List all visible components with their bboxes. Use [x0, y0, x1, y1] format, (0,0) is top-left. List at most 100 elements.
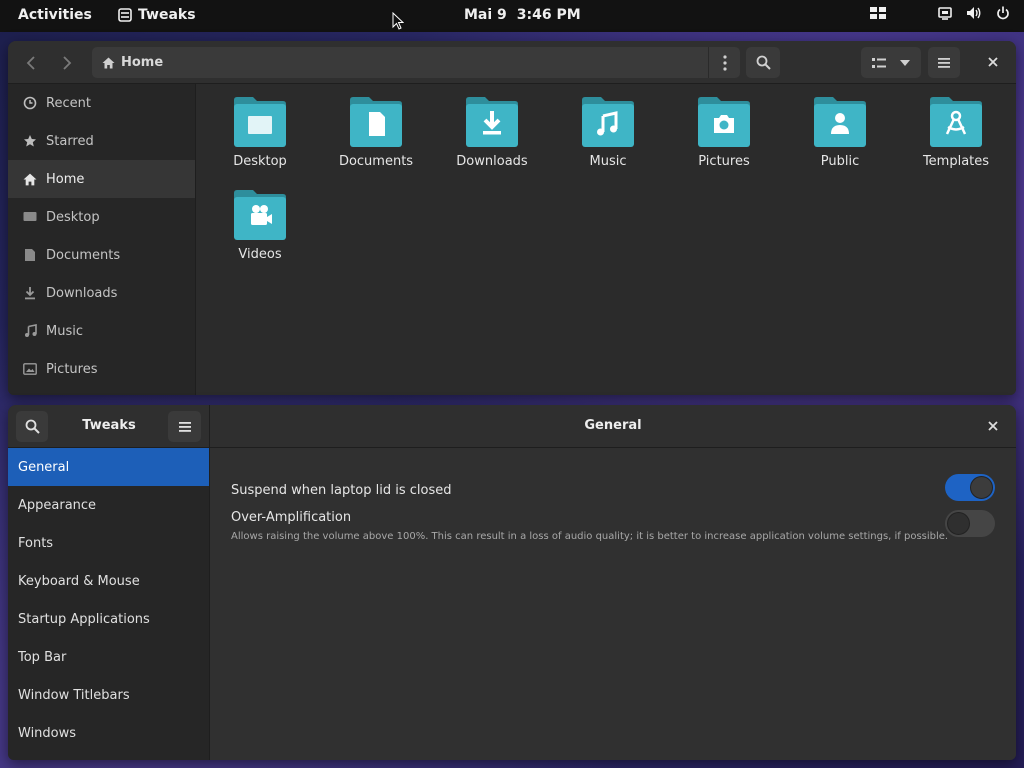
sidebar-item-label: Documents [46, 247, 121, 263]
folder-label: Public [820, 154, 860, 169]
display-icon[interactable] [938, 6, 952, 20]
forward-button[interactable] [52, 47, 82, 78]
path-menu-button[interactable] [708, 47, 740, 78]
sidebar-item-music[interactable]: Music [8, 312, 195, 350]
templates-folder-icon [930, 97, 982, 147]
chevron-left-icon [26, 55, 35, 70]
documents-folder-icon [350, 97, 402, 147]
overamp-setting-description: Allows raising the volume above 100%. Th… [231, 531, 949, 542]
sidebar-item-downloads[interactable]: Downloads [8, 274, 195, 312]
sidebar-item-starred[interactable]: Starred [8, 122, 195, 160]
clock-date: Mai 9 [464, 7, 507, 23]
public-folder-icon [814, 97, 866, 147]
home-icon [22, 171, 38, 187]
hamburger-icon [178, 421, 191, 432]
tweaks-nav-keyboard-mouse[interactable]: Keyboard & Mouse [8, 562, 209, 600]
top-bar: Activities Tweaks Mai 9 3:46 PM [0, 0, 1024, 32]
desktop-folder-icon [234, 97, 286, 147]
pictures-folder-icon [698, 97, 750, 147]
overamp-switch[interactable] [945, 510, 995, 537]
star-icon [22, 133, 38, 149]
sidebar-item-label: Downloads [46, 285, 118, 301]
tweaks-menu-button[interactable] [168, 411, 201, 442]
system-tray[interactable] [870, 6, 1010, 20]
chevron-down-icon [900, 59, 910, 66]
music-icon [22, 323, 38, 339]
sidebar-item-label: Recent [46, 95, 91, 111]
close-icon [988, 421, 998, 431]
picture-icon [22, 361, 38, 377]
workspace-icon[interactable] [870, 7, 886, 19]
vertical-dots-icon [722, 54, 727, 71]
search-icon [756, 55, 771, 70]
overamp-setting-label: Over-Amplification [231, 510, 352, 525]
folder-public[interactable]: Public [790, 94, 890, 169]
sidebar-item-label: Pictures [46, 361, 98, 377]
sidebar-item-desktop[interactable]: Desktop [8, 198, 195, 236]
tweaks-nav-appearance[interactable]: Appearance [8, 486, 209, 524]
folder-templates[interactable]: Templates [906, 94, 1006, 169]
clock[interactable]: Mai 9 3:46 PM [464, 7, 581, 23]
sidebar-item-home[interactable]: Home [8, 160, 195, 198]
tweaks-sidebar: General Appearance Fonts Keyboard & Mouse St… [8, 448, 210, 760]
sidebar-item-recent[interactable]: Recent [8, 84, 195, 122]
tweaks-nav-fonts[interactable]: Fonts [8, 524, 209, 562]
path-home[interactable]: Home [92, 55, 163, 70]
tweaks-close-button[interactable] [978, 411, 1008, 441]
suspend-setting-label: Suspend when laptop lid is closed [231, 483, 452, 498]
activities-button[interactable]: Activities [18, 7, 92, 23]
suspend-switch[interactable] [945, 474, 995, 501]
main-menu-button[interactable] [928, 47, 960, 78]
folder-documents[interactable]: Documents [326, 94, 426, 169]
tweaks-nav-window-titlebars[interactable]: Window Titlebars [8, 676, 209, 714]
music-folder-icon [582, 97, 634, 147]
tweaks-nav-windows[interactable]: Windows [8, 714, 209, 752]
sidebar-item-pictures[interactable]: Pictures [8, 350, 195, 388]
switch-knob [970, 476, 993, 499]
tweaks-nav-startup-applications[interactable]: Startup Applications [8, 600, 209, 638]
tweaks-nav-general[interactable]: General [8, 448, 209, 486]
tweaks-app-icon [118, 8, 132, 22]
tweaks-sidebar-header: Tweaks [8, 405, 210, 448]
folder-pictures[interactable]: Pictures [674, 94, 774, 169]
document-icon [22, 247, 38, 263]
folder-music[interactable]: Music [558, 94, 658, 169]
folder-downloads[interactable]: Downloads [442, 94, 542, 169]
folder-label: Documents [338, 154, 414, 169]
list-view-icon [872, 57, 886, 68]
files-close-button[interactable] [978, 47, 1008, 77]
videos-folder-icon [234, 190, 286, 240]
sidebar-item-documents[interactable]: Documents [8, 236, 195, 274]
sidebar-item-label: Home [46, 171, 85, 187]
view-toggle-button[interactable] [861, 47, 921, 78]
folder-videos[interactable]: Videos [210, 187, 310, 262]
volume-icon[interactable] [966, 6, 982, 20]
search-button[interactable] [746, 47, 780, 78]
close-icon [988, 57, 998, 67]
chevron-right-icon [63, 55, 72, 70]
folder-label: Desktop [233, 154, 287, 169]
clock-icon [22, 95, 38, 111]
section-title: General [584, 418, 642, 433]
downloads-folder-icon [466, 97, 518, 147]
app-menu[interactable]: Tweaks [118, 7, 196, 23]
tweaks-nav-top-bar[interactable]: Top Bar [8, 638, 209, 676]
tweaks-content-header: General [210, 405, 1016, 448]
sidebar-item-label: Desktop [46, 209, 100, 225]
tweaks-window: Tweaks General General Appearance Fonts Key… [8, 405, 1016, 760]
path-home-label: Home [121, 55, 164, 70]
mouse-cursor-icon [392, 12, 404, 30]
sidebar-item-label: Music [46, 323, 83, 339]
download-icon [22, 285, 38, 301]
path-bar[interactable]: Home [92, 47, 740, 78]
switch-knob [947, 512, 970, 535]
files-headerbar: Home [8, 41, 1016, 84]
desktop-icon [22, 209, 38, 225]
folder-label: Downloads [456, 154, 528, 169]
folder-desktop[interactable]: Desktop [210, 94, 310, 169]
power-icon[interactable] [996, 6, 1010, 20]
folder-label: Pictures [698, 154, 750, 169]
files-window: Home Recent Starred Home Desktop Documents Do… [8, 41, 1016, 395]
folder-label: Templates [922, 154, 990, 169]
back-button[interactable] [16, 47, 46, 78]
